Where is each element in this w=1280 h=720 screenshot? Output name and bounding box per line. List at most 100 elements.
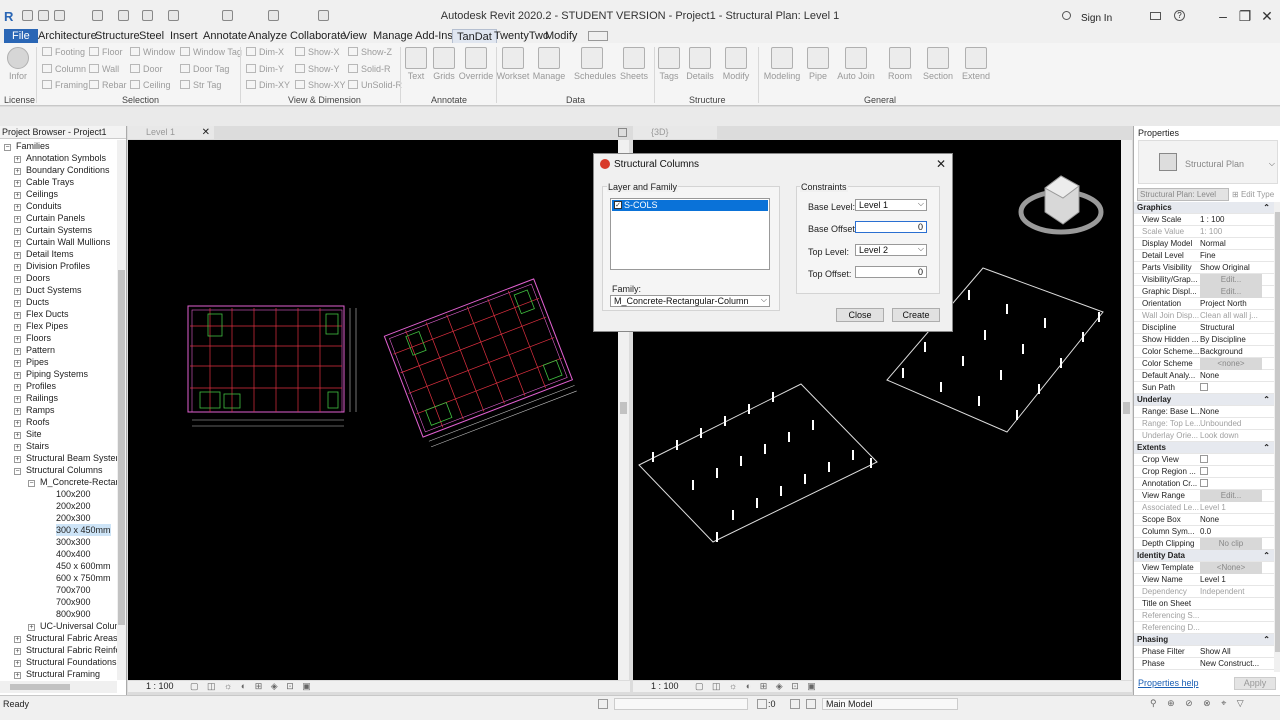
tree-type[interactable]: 200x300	[56, 512, 91, 524]
top-offset-input[interactable]: 0	[855, 266, 927, 278]
show-x-button[interactable]: Show-X	[295, 47, 340, 57]
tree-family[interactable]: + UC-Universal Colum	[28, 620, 122, 632]
override-button[interactable]: Override	[458, 47, 494, 81]
show-xy-button[interactable]: Show-XY	[295, 80, 346, 90]
expand-icon[interactable]: +	[14, 240, 21, 247]
view-controls-icons[interactable]: ▢ ◫ ☼ ◐ ⊞ ◈ ⊡ ▣	[190, 681, 314, 691]
tree-item[interactable]: + Annotation Symbols	[14, 152, 106, 164]
create-button[interactable]: Create	[892, 308, 940, 322]
tree-type[interactable]: 800x900	[56, 608, 91, 620]
section-button[interactable]: Section	[918, 47, 958, 81]
tree-item[interactable]: + Ducts	[14, 296, 49, 308]
property-edit-button[interactable]: <None>	[1200, 562, 1262, 574]
tab-modify[interactable]: Modify	[541, 29, 581, 43]
property-edit-button[interactable]: <none>	[1200, 358, 1262, 370]
top-level-select[interactable]: Level 2 ⌵	[855, 244, 927, 256]
show-y-button[interactable]: Show-Y	[295, 64, 340, 74]
expand-icon[interactable]: +	[14, 420, 21, 427]
expand-icon[interactable]: +	[14, 396, 21, 403]
expand-icon[interactable]: +	[14, 384, 21, 391]
tree-item[interactable]: + Boundary Conditions	[14, 164, 110, 176]
properties-category[interactable]: Phasing ⌃	[1134, 634, 1274, 646]
rebar-button[interactable]: Rebar	[89, 80, 127, 90]
viewcube-icon[interactable]	[1018, 175, 1104, 235]
help-icon[interactable]: ?	[1174, 10, 1185, 21]
expand-icon[interactable]: +	[14, 336, 21, 343]
tab-list-icon[interactable]	[618, 128, 627, 137]
contextual-tab-dropdown[interactable]	[588, 31, 608, 41]
properties-category[interactable]: Underlay ⌃	[1134, 394, 1274, 406]
tree-item[interactable]: + Curtain Panels	[14, 212, 85, 224]
ceiling-button[interactable]: Ceiling	[130, 80, 171, 90]
left-pane-vscroll-thumb[interactable]	[620, 402, 627, 414]
tree-item[interactable]: + Railings	[14, 392, 58, 404]
collapse-icon[interactable]: −	[28, 480, 35, 487]
tree-item[interactable]: + Cable Trays	[14, 176, 74, 188]
dialog-close-icon[interactable]: ✕	[936, 157, 946, 171]
design-option-select[interactable]: Main Model	[822, 698, 958, 710]
family-select[interactable]: M_Concrete-Rectangular-Column ⌵	[610, 295, 770, 307]
dim-x-button[interactable]: Dim-X	[246, 47, 284, 57]
tree-type[interactable]: 300x300	[56, 536, 91, 548]
unsolid-r-button[interactable]: UnSolid-R	[348, 80, 402, 90]
expand-icon[interactable]: +	[14, 300, 21, 307]
expand-icon[interactable]: +	[14, 264, 21, 271]
exclude-options-icon[interactable]	[806, 699, 816, 709]
tree-type[interactable]: 400x400	[56, 548, 91, 560]
expand-icon[interactable]: +	[14, 672, 21, 679]
tree-item[interactable]: + Curtain Wall Mullions	[14, 236, 110, 248]
tree-item[interactable]: + Pipes	[14, 356, 49, 368]
tree-item[interactable]: + Flex Ducts	[14, 308, 69, 320]
tree-item[interactable]: − Structural Columns	[14, 464, 103, 476]
str-tag-button[interactable]: Str Tag	[180, 80, 221, 90]
expand-icon[interactable]: +	[14, 156, 21, 163]
tree-item[interactable]: + Roofs	[14, 416, 50, 428]
door-button[interactable]: Door	[130, 64, 163, 74]
property-edit-button[interactable]: Edit...	[1200, 274, 1262, 286]
expand-icon[interactable]: +	[28, 624, 35, 631]
expand-icon[interactable]: +	[14, 168, 21, 175]
view-selector[interactable]: Structural Plan: Level	[1137, 188, 1229, 201]
tree-type[interactable]: 700x700	[56, 584, 91, 596]
tree-item[interactable]: + Structural Fabric Areas	[14, 632, 118, 644]
left-view-scale[interactable]: 1 : 100	[146, 681, 174, 691]
expand-icon[interactable]: +	[14, 648, 21, 655]
expand-icon[interactable]: +	[14, 288, 21, 295]
manage-button[interactable]: Manage	[531, 47, 567, 81]
tree-item[interactable]: + Floors	[14, 332, 51, 344]
show-z-button[interactable]: Show-Z	[348, 47, 392, 57]
expand-icon[interactable]: +	[14, 372, 21, 379]
pipe-button[interactable]: Pipe	[800, 47, 836, 81]
collapse-icon[interactable]: −	[4, 144, 11, 151]
dim-xy-button[interactable]: Dim-XY	[246, 80, 290, 90]
view-controls-icons-3d[interactable]: ▢ ◫ ☼ ◐ ⊞ ◈ ⊡ ▣	[695, 681, 819, 691]
tree-root-families[interactable]: − Families	[4, 140, 50, 152]
property-edit-button[interactable]: No clip	[1200, 538, 1262, 550]
expand-icon[interactable]: +	[14, 348, 21, 355]
close-icon[interactable]: ✕	[1258, 8, 1276, 25]
close-button[interactable]: Close	[836, 308, 884, 322]
checkbox-icon[interactable]	[1200, 383, 1208, 391]
expand-icon[interactable]: +	[14, 408, 21, 415]
checkbox-icon[interactable]	[1200, 479, 1208, 487]
layer-checkbox[interactable]: ✓	[614, 201, 622, 209]
tree-item[interactable]: + Profiles	[14, 380, 56, 392]
tree-type[interactable]: 100x200	[56, 488, 91, 500]
expand-icon[interactable]: +	[14, 360, 21, 367]
tree-item[interactable]: + Ramps	[14, 404, 55, 416]
expand-icon[interactable]: +	[14, 636, 21, 643]
grids-button[interactable]: Grids	[426, 47, 462, 81]
tab-add-ins[interactable]: Add-Ins	[411, 29, 457, 43]
properties-category[interactable]: Graphics ⌃	[1134, 202, 1274, 214]
expand-icon[interactable]: +	[14, 456, 21, 463]
tree-item[interactable]: + Stairs	[14, 440, 49, 452]
solid-r-button[interactable]: Solid-R	[348, 64, 391, 74]
base-level-select[interactable]: Level 1 ⌵	[855, 199, 927, 211]
tree-type[interactable]: 700x900	[56, 596, 91, 608]
tree-type[interactable]: 200x200	[56, 500, 91, 512]
tree-item[interactable]: + Structural Foundations	[14, 656, 117, 668]
footing-button[interactable]: Footing	[42, 47, 85, 57]
floor-button[interactable]: Floor	[89, 47, 123, 57]
details-button[interactable]: Details	[682, 47, 718, 81]
checkbox-icon[interactable]	[1200, 455, 1208, 463]
